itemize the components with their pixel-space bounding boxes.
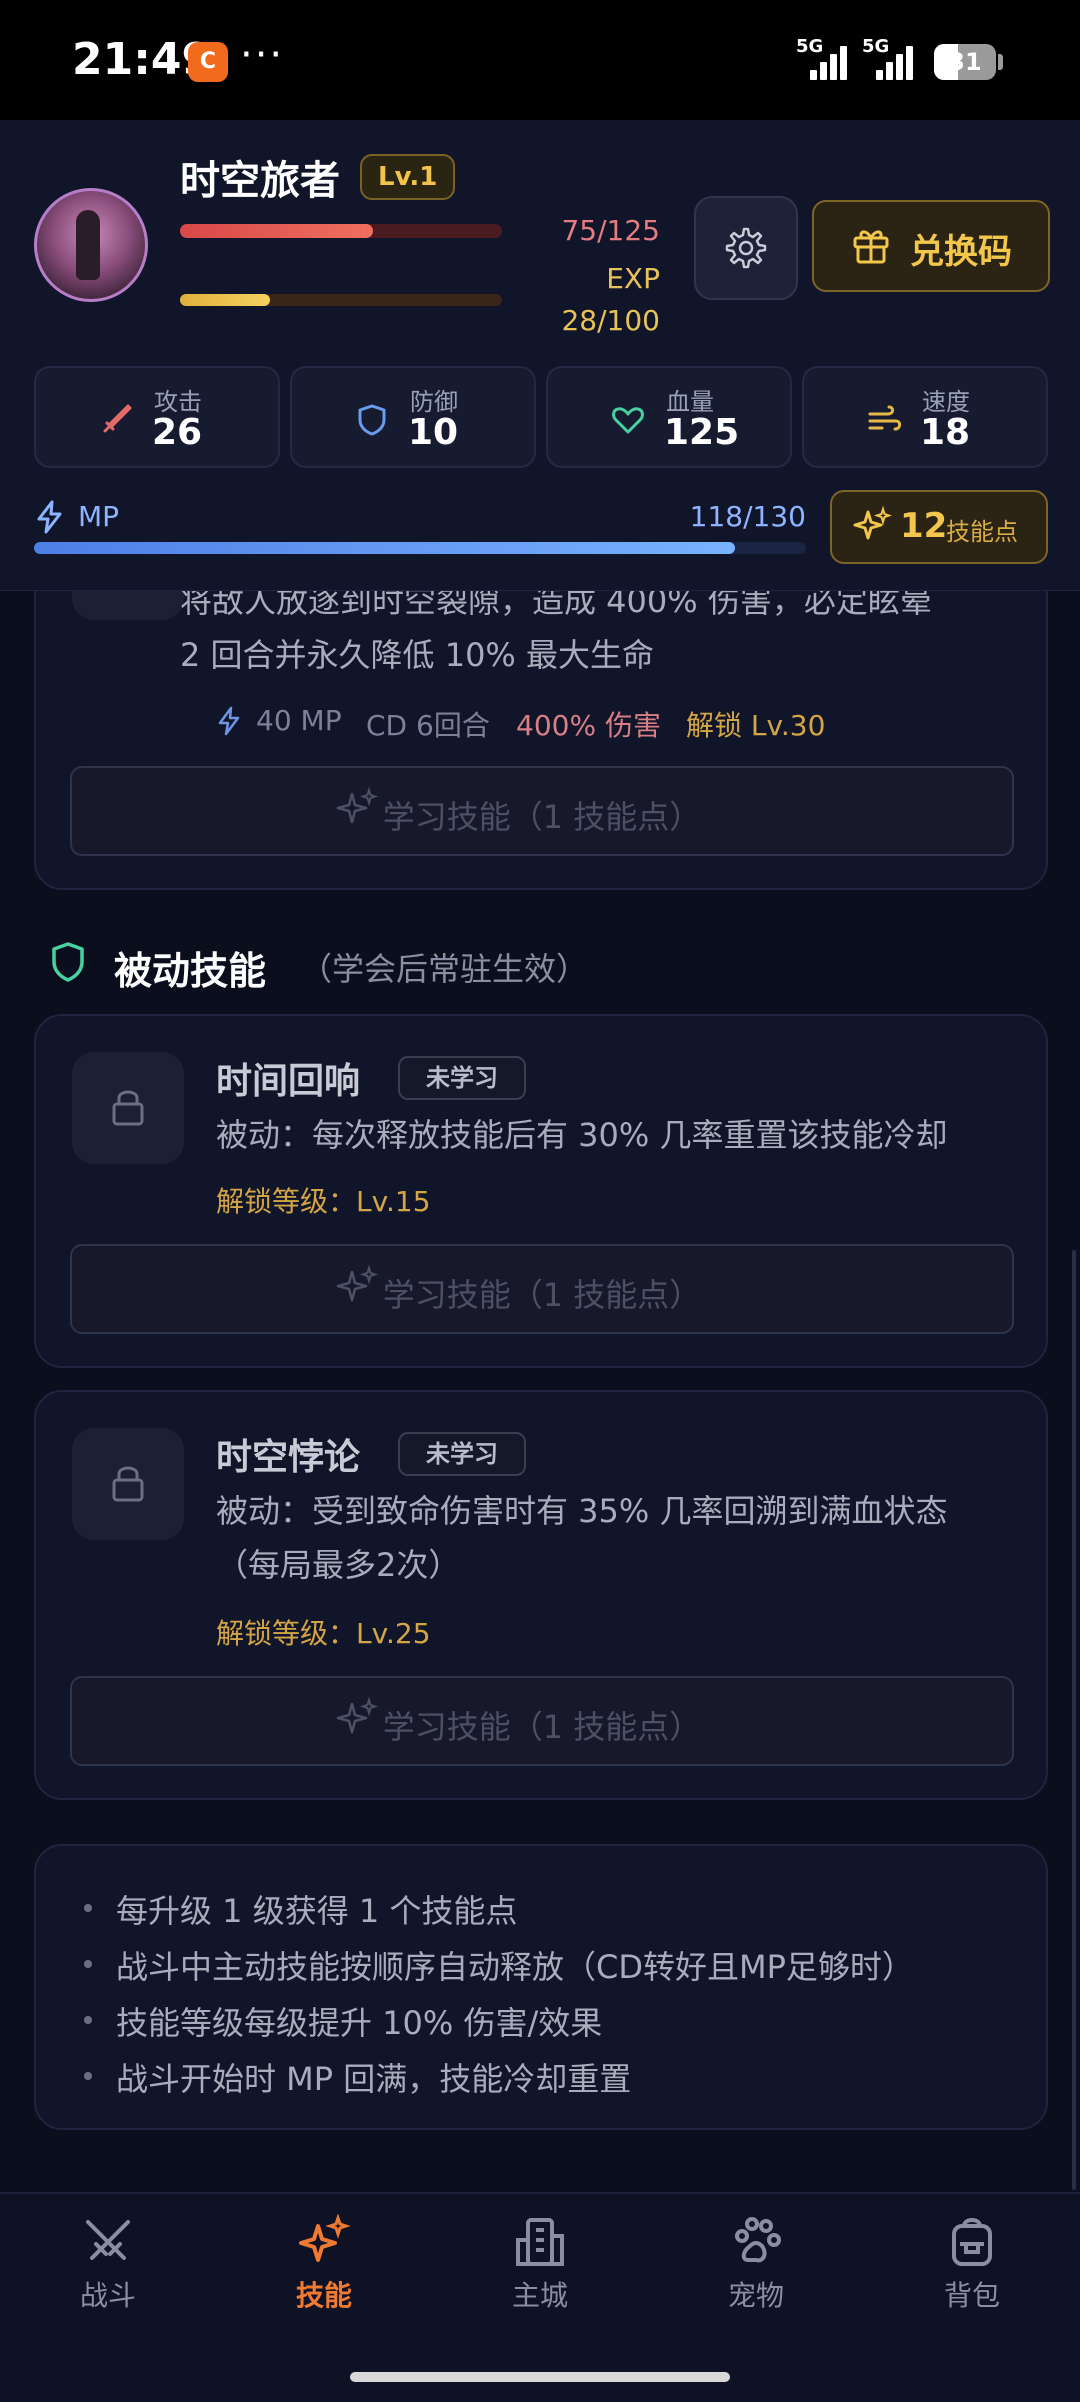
- skill-unlock-level: 解锁 Lv.30: [686, 709, 826, 742]
- skill-cooldown: CD 6回合: [366, 709, 490, 742]
- app-notification-icon: C: [188, 42, 228, 82]
- tips-panel: 每升级 1 级获得 1 个技能点 战斗中主动技能按顺序自动释放（CD转好且MP足…: [34, 1844, 1048, 2130]
- skill-points-badge: 12 技能点: [830, 490, 1048, 564]
- lock-icon: [112, 1466, 144, 1502]
- learn-skill-button[interactable]: 学习技能（1 技能点）: [70, 766, 1014, 856]
- more-notifications-icon: ···: [240, 32, 285, 78]
- mp-value: 118/130: [689, 500, 806, 533]
- skill-locked-slot: [72, 1052, 184, 1164]
- gear-icon: [725, 227, 767, 269]
- shield-icon: [358, 404, 386, 436]
- crossed-swords-icon: [86, 2220, 130, 2260]
- paw-icon: [735, 2217, 781, 2263]
- stat-speed-value: 18: [920, 412, 971, 453]
- nav-city[interactable]: 主城: [480, 2214, 600, 2334]
- mp-label: MP: [78, 500, 120, 533]
- mp-cost-icon: [218, 706, 240, 736]
- skill-locked-slot: [72, 1428, 184, 1540]
- signal-icon-2: 5G: [862, 36, 918, 80]
- sword-icon: [103, 404, 132, 433]
- lock-icon: [112, 1090, 144, 1126]
- skill-desc-line-1: 被动：受到致命伤害时有 35% 几率回溯到满血状态: [216, 1492, 948, 1530]
- exp-bar: [180, 294, 502, 306]
- passive-skill-card: 时空悖论 未学习 被动：受到致命伤害时有 35% 几率回溯到满血状态 （每局最多…: [34, 1390, 1048, 1800]
- battery-tip: [998, 54, 1003, 70]
- mp-lightning-icon: [37, 500, 62, 534]
- nav-pets[interactable]: 宠物: [696, 2214, 816, 2334]
- sparkles-icon: [853, 506, 892, 540]
- scrollbar[interactable]: [1072, 1250, 1076, 2190]
- skill-unlock-level: 解锁等级：Lv.25: [216, 1617, 431, 1650]
- skill-points-count: 12: [900, 506, 948, 546]
- passive-skill-card: 时间回响 未学习 被动：每次释放技能后有 30% 几率重置该技能冷却 解锁等级：…: [34, 1014, 1048, 1368]
- passive-section-subtitle: （学会后常驻生效）: [300, 950, 589, 988]
- heart-icon: [612, 407, 644, 434]
- learn-skill-button[interactable]: 学习技能（1 技能点）: [70, 1676, 1014, 1766]
- sparkles-icon: [299, 2214, 351, 2262]
- learn-skill-label: 学习技能（1 技能点）: [382, 798, 702, 836]
- redeem-code-button[interactable]: 兑换码: [812, 200, 1050, 292]
- nav-battle-label: 战斗: [79, 2279, 136, 2312]
- passive-section-title: 被动技能: [114, 949, 267, 993]
- skill-desc: 被动：每次释放技能后有 30% 几率重置该技能冷却: [216, 1116, 948, 1154]
- exp-label: EXP: [606, 262, 660, 295]
- nav-backpack-label: 背包: [943, 2279, 1000, 2312]
- nav-battle[interactable]: 战斗: [48, 2214, 168, 2334]
- mp-bar: [34, 542, 806, 554]
- gift-icon: [853, 230, 889, 264]
- nav-city-label: 主城: [511, 2279, 568, 2312]
- stat-defense-value: 10: [408, 412, 459, 453]
- redeem-code-label: 兑换码: [910, 232, 1012, 272]
- backpack-icon: [952, 2218, 992, 2266]
- stat-attack: 攻击 26: [34, 366, 280, 468]
- tip-item: 技能等级每级提升 10% 伤害/效果: [116, 2004, 603, 2042]
- learn-skill-label: 学习技能（1 技能点）: [382, 1708, 702, 1746]
- tip-item: 战斗中主动技能按顺序自动释放（CD转好且MP足够时）: [116, 1948, 914, 1986]
- skill-desc-line-2: （每局最多2次）: [216, 1546, 461, 1584]
- tip-item: 每升级 1 级获得 1 个技能点: [116, 1892, 518, 1930]
- nav-backpack[interactable]: 背包: [912, 2214, 1032, 2334]
- avatar-figure: [76, 210, 100, 280]
- battery-icon: 31: [934, 44, 996, 80]
- battery-level: 31: [948, 48, 982, 76]
- skill-points-label: 技能点: [946, 518, 1018, 546]
- player-name: 时空旅者: [180, 158, 340, 204]
- signal-icon: 5G: [796, 36, 852, 80]
- tip-bullet: [84, 2072, 92, 2080]
- hp-bar-fill: [180, 224, 374, 238]
- stat-defense: 防御 10: [290, 366, 536, 468]
- skill-desc-line-2: 2 回合并永久降低 10% 最大生命: [180, 636, 655, 674]
- stat-attack-value: 26: [152, 412, 203, 453]
- hp-bar: [180, 224, 502, 238]
- skill-name: 时间回响: [216, 1061, 361, 1102]
- building-icon: [516, 2218, 564, 2266]
- nav-skills-label: 技能: [295, 2279, 352, 2312]
- skill-mp-cost: 40 MP: [256, 704, 342, 737]
- nav-pets-label: 宠物: [727, 2279, 784, 2312]
- tip-bullet: [84, 2016, 92, 2024]
- hp-text: 75/125: [561, 214, 660, 247]
- home-indicator[interactable]: [350, 2372, 730, 2382]
- exp-bar-fill: [180, 294, 271, 306]
- wind-icon: [868, 405, 902, 431]
- learn-skill-label: 学习技能（1 技能点）: [382, 1276, 702, 1314]
- settings-button[interactable]: [694, 196, 798, 300]
- skill-status-badge: 未学习: [398, 1432, 526, 1476]
- skill-unlock-level: 解锁等级：Lv.15: [216, 1185, 431, 1218]
- stat-hp-value: 125: [664, 412, 740, 453]
- shield-icon: [52, 942, 84, 982]
- tip-bullet: [84, 1904, 92, 1912]
- tip-item: 战斗开始时 MP 回满，技能冷却重置: [116, 2060, 632, 2098]
- tip-bullet: [84, 1960, 92, 1968]
- exp-text: 28/100: [561, 304, 660, 337]
- skill-status-badge: 未学习: [398, 1056, 526, 1100]
- mp-bar-fill: [34, 542, 735, 554]
- player-level-badge: Lv.1: [360, 154, 456, 200]
- stat-speed: 速度 18: [802, 366, 1048, 468]
- skill-damage: 400% 伤害: [516, 709, 661, 742]
- learn-skill-button[interactable]: 学习技能（1 技能点）: [70, 1244, 1014, 1334]
- nav-skills[interactable]: 技能: [264, 2214, 384, 2334]
- stat-hp: 血量 125: [546, 366, 792, 468]
- skill-name: 时空悖论: [216, 1437, 361, 1478]
